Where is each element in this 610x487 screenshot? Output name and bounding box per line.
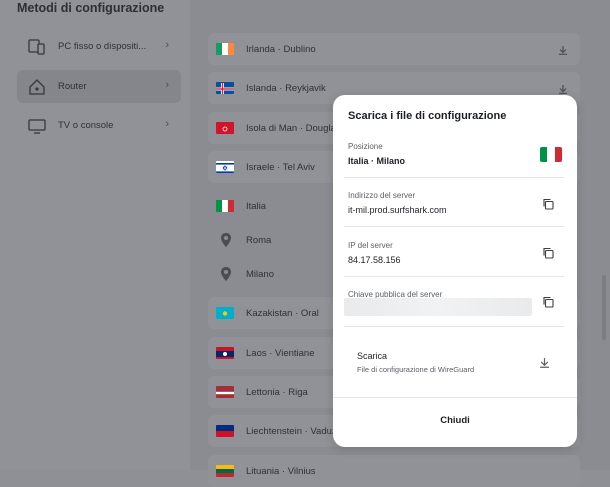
liechtenstein-flag-icon	[216, 425, 234, 437]
latvia-flag-icon	[216, 386, 234, 398]
laos-flag-icon	[216, 347, 234, 359]
italy-flag-icon	[216, 200, 234, 212]
method-tv-label: TV o console	[58, 120, 114, 131]
copy-icon[interactable]	[542, 246, 556, 260]
server-ip-value: 84.17.58.156	[348, 255, 401, 265]
location-name: Milano	[246, 268, 274, 280]
method-pc-label: PC fisso o dispositi...	[58, 41, 147, 52]
location-name: Kazakistan · Oral	[246, 307, 319, 319]
chevron-right-icon: ›	[165, 79, 169, 91]
location-name: Laos · Vientiane	[246, 347, 315, 359]
method-router[interactable]: Router ›	[17, 70, 181, 103]
iceland-flag-icon	[216, 82, 234, 94]
download-subtitle: File di configurazione di WireGuard	[357, 365, 475, 374]
chevron-right-icon: ›	[165, 39, 169, 51]
divider	[344, 326, 564, 327]
location-name: Irlanda · Dublino	[246, 43, 316, 55]
divider	[344, 226, 564, 227]
method-router-label: Router	[58, 81, 87, 92]
router-icon	[27, 77, 47, 97]
position-label: Posizione	[348, 142, 383, 151]
ireland-flag-icon	[216, 43, 234, 55]
server-ip-label: IP del server	[348, 241, 393, 250]
location-row[interactable]: Irlanda · Dublino	[208, 33, 580, 65]
lithuania-flag-icon	[216, 465, 234, 477]
location-row[interactable]: Lituania · Vilnius	[208, 455, 580, 487]
divider	[344, 276, 564, 277]
method-tv[interactable]: TV o console ›	[17, 109, 181, 142]
location-name: Lettonia · Riga	[246, 386, 308, 398]
download-title: Scarica	[357, 351, 388, 361]
download-config-modal: Scarica i file di configurazione Posizio…	[333, 95, 577, 447]
location-pin-icon	[220, 266, 232, 282]
modal-title: Scarica i file di configurazione	[348, 110, 507, 122]
position-value: Italia · Milano	[348, 156, 406, 166]
location-name: Israele · Tel Aviv	[246, 161, 315, 173]
location-name: Liechtenstein · Vaduz	[246, 425, 337, 437]
location-name: Isola di Man · Douglas	[246, 122, 341, 134]
location-name: Islanda · Reykjavik	[246, 82, 326, 94]
chevron-right-icon: ›	[165, 118, 169, 130]
public-key-value-redacted	[344, 298, 532, 316]
wireguard-download-card[interactable]	[344, 335, 564, 387]
location-name: Italia	[246, 200, 267, 212]
devices-icon	[27, 37, 47, 57]
copy-icon[interactable]	[542, 295, 556, 309]
location-pin-icon	[220, 232, 232, 248]
location-name: Lituania · Vilnius	[246, 465, 316, 477]
divider	[344, 177, 564, 178]
kazakhstan-flag-icon	[216, 307, 234, 319]
isle-of-man-flag-icon	[216, 122, 234, 134]
scrollbar[interactable]	[602, 275, 606, 340]
server-address-label: Indirizzo del server	[348, 191, 416, 200]
method-pc[interactable]: PC fisso o dispositi... ›	[17, 30, 181, 63]
tv-icon	[27, 116, 47, 136]
close-button[interactable]: Chiudi	[333, 415, 577, 426]
download-icon[interactable]	[558, 42, 568, 60]
italy-flag-icon	[540, 147, 562, 162]
copy-icon[interactable]	[542, 197, 556, 211]
divider	[333, 397, 577, 398]
server-address-value: it-mil.prod.surfshark.com	[348, 205, 447, 215]
config-methods-panel: Metodi di configurazione PC fisso o disp…	[0, 0, 190, 470]
location-name: Roma	[246, 234, 272, 246]
israel-flag-icon	[216, 161, 234, 173]
download-icon[interactable]	[539, 355, 550, 373]
config-methods-title: Metodi di configurazione	[17, 1, 165, 15]
